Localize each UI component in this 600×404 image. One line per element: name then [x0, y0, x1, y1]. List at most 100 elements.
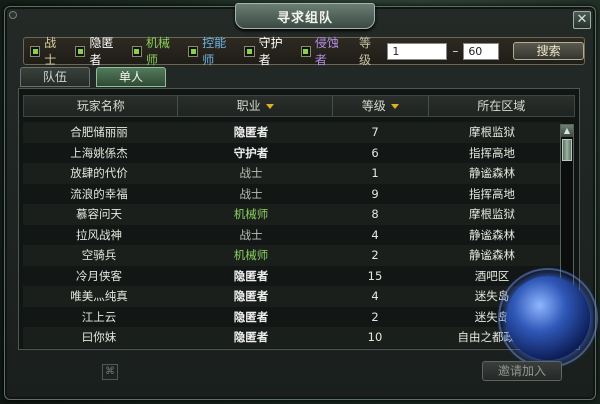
- table-row[interactable]: 放肆的代价 战士 1 静谧森林: [23, 163, 561, 184]
- level-max-input[interactable]: [463, 42, 500, 60]
- cell-zone: 指挥高地: [469, 186, 515, 201]
- checkbox-icon[interactable]: [131, 45, 142, 57]
- tab-single[interactable]: 单人: [96, 67, 166, 87]
- tab-team[interactable]: 队伍: [20, 67, 90, 87]
- cell-job: 战士: [239, 186, 263, 201]
- header-name-label: 玩家名称: [76, 99, 125, 113]
- cell-zone: 摩根监狱: [469, 125, 515, 140]
- check-mark-icon: [246, 48, 252, 54]
- cell-name: 合肥储丽丽: [70, 125, 128, 140]
- cell-job: 机械师: [233, 248, 269, 263]
- table-row[interactable]: 流浪的幸福 战士 9 指挥高地: [23, 183, 561, 204]
- cell-name: 放肆的代价: [70, 166, 128, 181]
- table-body: 合肥储丽丽 隐匿者 7 摩根监狱 上海姚係杰 守护者 6 指挥高地 放肆的代价 战士 1 静谧森林 流浪…: [23, 122, 561, 348]
- cell-level: 2: [371, 309, 379, 324]
- table-row[interactable]: 江上云 隐匿者 2 迷失岛: [23, 306, 561, 327]
- header-job-label: 职业: [236, 99, 261, 113]
- sort-down-icon[interactable]: [265, 104, 274, 109]
- header-level[interactable]: 等级: [333, 96, 429, 116]
- cell-level: 4: [371, 227, 379, 242]
- cell-job: 隐匿者: [233, 330, 269, 345]
- window-title: 寻求组队: [235, 3, 375, 29]
- player-table: 玩家名称 职业 等级 所在区域 合肥储丽丽 隐匿者 7 摩根监狱 上海姚係杰 守护者 6 指挥…: [18, 88, 580, 350]
- cell-job: 机械师: [233, 207, 269, 222]
- filter-checkbox-3[interactable]: 控能师: [187, 34, 235, 68]
- cell-zone: 静谧森林: [469, 166, 515, 181]
- cell-level: 10: [367, 330, 383, 345]
- cell-level: 9: [371, 186, 379, 201]
- table-row[interactable]: 冷月侠客 隐匿者 15 酒吧区: [23, 265, 561, 286]
- checkbox-icon[interactable]: [300, 45, 311, 57]
- check-mark-icon: [190, 48, 196, 54]
- cell-name: 拉风战神: [76, 227, 122, 242]
- cell-zone: 静谧森林: [469, 227, 515, 242]
- filter-label: 侵蚀者: [314, 36, 339, 67]
- cell-name: 冷月侠客: [76, 268, 122, 283]
- cell-name: 慕容问天: [76, 207, 122, 222]
- cell-zone: 摩根监狱: [469, 207, 515, 222]
- table-row[interactable]: 唯美灬纯真 隐匿者 4 迷失岛: [23, 286, 561, 307]
- table-row[interactable]: 上海姚係杰 守护者 6 指挥高地: [23, 142, 561, 163]
- check-mark-icon: [77, 48, 83, 54]
- filter-label: 控能师: [202, 36, 227, 67]
- cell-name: 唯美灬纯真: [70, 289, 128, 304]
- header-zone-label: 所在区域: [477, 99, 526, 113]
- globe-icon: [506, 276, 590, 360]
- table-row[interactable]: 曰你妹 隐匿者 10 自由之都政府: [23, 327, 561, 348]
- cell-name: 曰你妹: [81, 330, 117, 345]
- header-level-label: 等级: [361, 99, 386, 113]
- table-row[interactable]: 慕容问天 机械师 8 摩根监狱: [23, 204, 561, 225]
- checkbox-icon[interactable]: [30, 45, 41, 57]
- cell-name: 空骑兵: [81, 248, 117, 263]
- cell-level: 1: [371, 166, 379, 181]
- level-label: 等级: [359, 36, 372, 67]
- table-row[interactable]: 空骑兵 机械师 2 静谧森林: [23, 245, 561, 266]
- header-name[interactable]: 玩家名称: [24, 96, 179, 116]
- cell-job: 守护者: [233, 145, 269, 160]
- filter-checkbox-1[interactable]: 隐匿者: [75, 34, 122, 68]
- cell-zone: 静谧森林: [469, 248, 515, 263]
- filter-checkbox-5[interactable]: 侵蚀者: [300, 34, 348, 68]
- filter-checkbox-2[interactable]: 机械师: [131, 34, 179, 68]
- filter-label: 隐匿者: [89, 36, 114, 67]
- check-mark-icon: [134, 48, 140, 54]
- level-min-input[interactable]: [387, 42, 448, 60]
- scroll-up-icon[interactable]: ▲: [561, 125, 573, 137]
- filter-checkbox-0[interactable]: 战士: [30, 34, 66, 68]
- bottom-ornament-icon: ⌘: [102, 364, 118, 380]
- cell-job: 隐匿者: [233, 289, 269, 304]
- cell-level: 8: [371, 207, 379, 222]
- checkbox-icon[interactable]: [75, 45, 86, 57]
- table-row[interactable]: 合肥储丽丽 隐匿者 7 摩根监狱: [23, 122, 561, 143]
- level-separator: –: [452, 44, 459, 58]
- check-mark-icon: [32, 48, 38, 54]
- corner-ornament: [9, 11, 17, 19]
- cell-zone: 指挥高地: [469, 145, 515, 160]
- header-zone[interactable]: 所在区域: [429, 96, 574, 116]
- scroll-thumb[interactable]: [562, 139, 572, 161]
- invite-button[interactable]: 邀请加入: [482, 361, 562, 381]
- check-mark-icon: [303, 48, 309, 54]
- sort-down-icon[interactable]: [390, 104, 399, 109]
- cell-job: 隐匿者: [233, 309, 269, 324]
- filter-label: 机械师: [145, 36, 170, 67]
- checkbox-icon[interactable]: [244, 45, 255, 57]
- filter-bar: 战士 隐匿者 机械师 控能师 守护者 侵蚀者等级 – 搜索: [23, 34, 585, 68]
- filter-label: 守护者: [258, 36, 283, 67]
- filter-checkbox-4[interactable]: 守护者: [244, 34, 291, 68]
- filter-label: 战士: [44, 36, 57, 67]
- search-button[interactable]: 搜索: [513, 42, 584, 60]
- cell-name: 流浪的幸福: [70, 186, 128, 201]
- cell-job: 战士: [239, 166, 263, 181]
- cell-name: 江上云: [81, 309, 117, 324]
- cell-job: 隐匿者: [233, 268, 269, 283]
- cell-job: 隐匿者: [233, 125, 269, 140]
- cell-level: 6: [371, 145, 379, 160]
- table-row[interactable]: 拉风战神 战士 4 静谧森林: [23, 224, 561, 245]
- cell-job: 战士: [239, 227, 263, 242]
- cell-level: 2: [371, 248, 379, 263]
- cell-level: 7: [371, 125, 379, 140]
- header-job[interactable]: 职业: [178, 96, 333, 116]
- close-icon[interactable]: ✕: [573, 11, 591, 29]
- checkbox-icon[interactable]: [187, 45, 199, 57]
